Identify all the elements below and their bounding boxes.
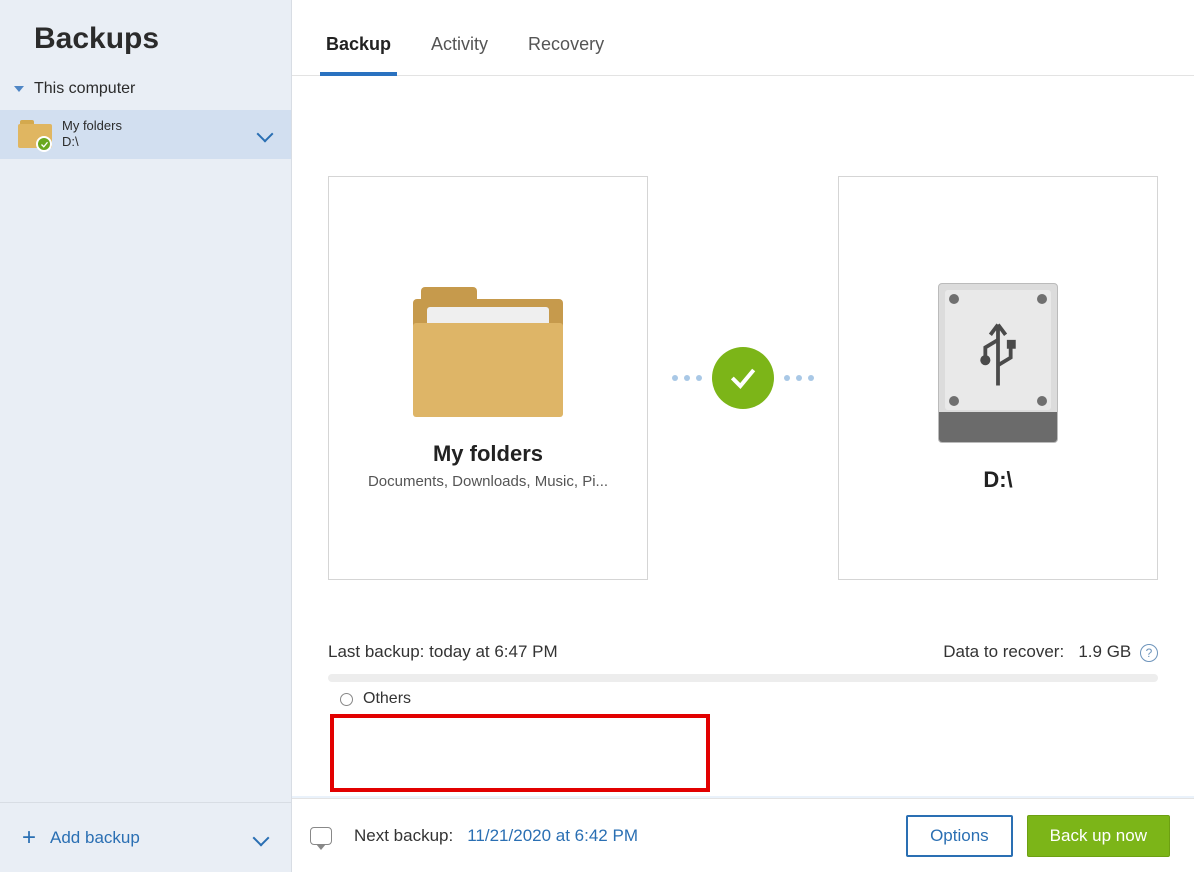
backup-now-button[interactable]: Back up now [1027,815,1170,857]
folder-large-icon [413,287,563,417]
recover-value: 1.9 GB [1078,642,1131,661]
content-area: My folders Documents, Downloads, Music, … [292,76,1194,798]
tab-activity[interactable]: Activity [427,34,492,75]
section-this-computer[interactable]: This computer [0,76,291,110]
recover-label: Data to recover: [943,642,1064,661]
source-title: My folders [433,441,543,467]
source-subtitle: Documents, Downloads, Music, Pi... [368,473,608,490]
tab-recovery[interactable]: Recovery [524,34,608,75]
sidebar: Backups This computer My folders D:\ + A… [0,0,292,872]
next-backup-time[interactable]: 11/21/2020 at 6:42 PM [467,826,638,846]
triangle-down-icon [14,86,24,92]
chevron-down-icon [257,126,274,143]
tabs: Backup Activity Recovery [292,0,1194,76]
notification-bar: The backup has successfully completed. ✕ [292,796,1194,798]
sidebar-footer: + Add backup [0,802,291,872]
folder-icon [18,120,52,148]
last-backup-value: today at 6:47 PM [429,642,558,661]
source-card[interactable]: My folders Documents, Downloads, Music, … [328,176,648,580]
destination-title: D:\ [983,467,1012,493]
backup-item-my-folders[interactable]: My folders D:\ [0,110,291,159]
footer-bar: Next backup: 11/21/2020 at 6:42 PM Optio… [292,798,1194,872]
chevron-down-icon[interactable] [253,829,270,846]
section-label: This computer [34,80,135,98]
destination-card[interactable]: D:\ [838,176,1158,580]
main: Backup Activity Recovery My folders Docu… [292,0,1194,872]
backup-item-dest: D:\ [62,134,259,150]
usb-drive-icon [938,283,1058,443]
help-icon[interactable]: ? [1140,644,1158,662]
others-label: Others [363,690,411,708]
backup-item-name: My folders [62,118,259,134]
tab-backup[interactable]: Backup [322,34,395,75]
check-circle-icon [712,347,774,409]
sidebar-title: Backups [0,0,291,76]
next-backup-label: Next backup: [354,826,453,846]
radio-icon[interactable] [340,693,353,706]
others-row[interactable]: Others [328,690,1158,708]
comment-icon[interactable] [310,827,332,845]
plus-icon: + [22,824,36,852]
progress-bar [328,674,1158,682]
options-button[interactable]: Options [906,815,1013,857]
last-backup-label: Last backup: [328,642,424,661]
add-backup-button[interactable]: Add backup [50,828,255,848]
connection-indicator [672,347,814,409]
check-badge-icon [36,136,52,152]
